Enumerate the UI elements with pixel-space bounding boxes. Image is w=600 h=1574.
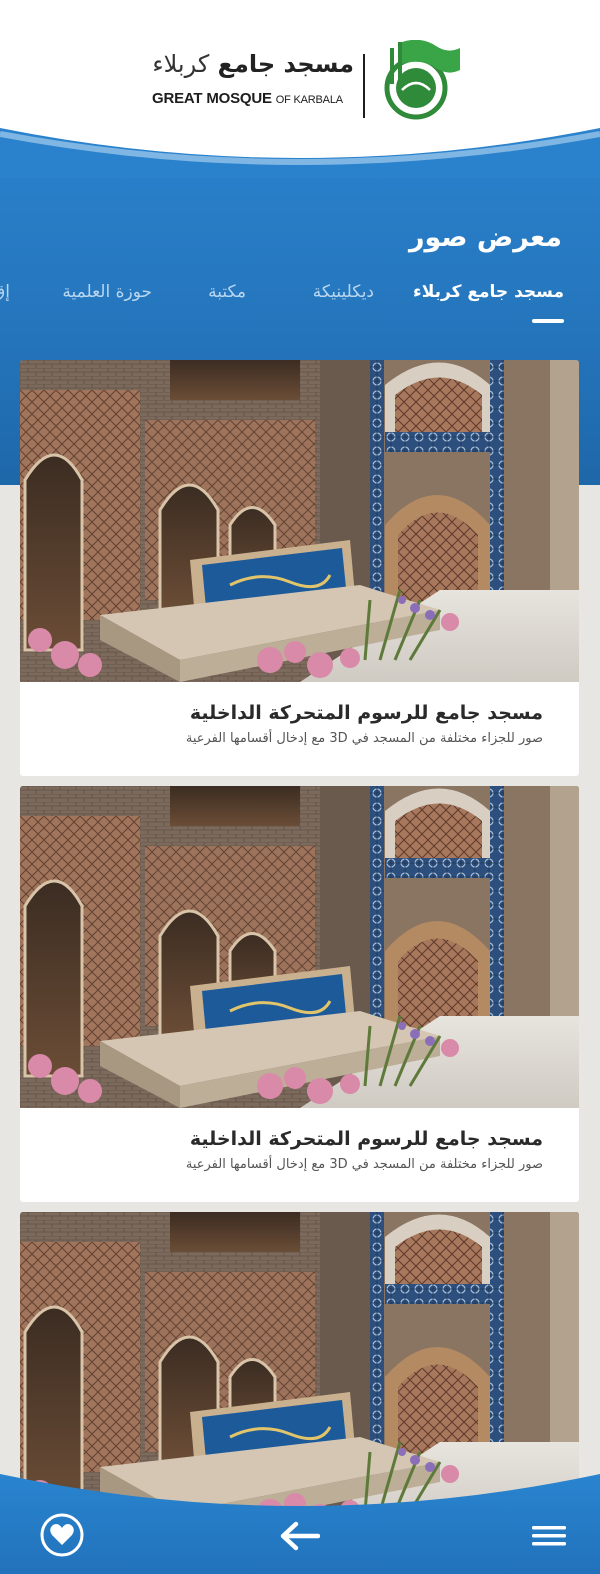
tab-library[interactable]: مكتبة	[208, 282, 246, 302]
card-description: صور للجزاء مختلفة من المسجد في 3D مع إدخ…	[185, 731, 543, 746]
tab-hawza[interactable]: حوزة العلمية	[62, 282, 152, 302]
card-title: مسجد جامع للرسوم المتحركة الداخلية	[189, 1128, 543, 1150]
logo-arabic-text: مسجد جامع كربلاء	[152, 50, 354, 78]
tab-karbala-mosque[interactable]: مسجد جامع كربلاء	[413, 282, 564, 302]
logo-divider	[363, 54, 365, 118]
logo-arabic-bold: مسجد جامع	[217, 50, 354, 78]
page-title: معرض صور	[408, 222, 562, 253]
app-header: مسجد جامع كربلاء GREAT MOSQUE OF KARBALA	[0, 0, 600, 178]
arrow-left-icon[interactable]	[278, 1520, 320, 1552]
gallery-card[interactable]	[20, 1212, 579, 1512]
tab-clinic[interactable]: ديكلينيكة	[313, 282, 374, 302]
card-title: مسجد جامع للرسوم المتحركة الداخلية	[189, 702, 543, 724]
card-image[interactable]	[20, 360, 579, 682]
active-tab-indicator	[532, 319, 564, 323]
card-image[interactable]	[20, 786, 579, 1108]
header-wave	[0, 128, 600, 178]
hamburger-menu-icon[interactable]	[530, 1522, 570, 1550]
gallery-card[interactable]: مسجد جامع للرسوم المتحركة الداخلية صور ل…	[20, 360, 579, 776]
card-description: صور للجزاء مختلفة من المسجد في 3D مع إدخ…	[185, 1157, 543, 1172]
logo-arabic-light: كربلاء	[152, 50, 210, 78]
gallery-card[interactable]: مسجد جامع للرسوم المتحركة الداخلية صور ل…	[20, 786, 579, 1202]
gallery-tabs: مسجد جامع كربلاء ديكلينيكة مكتبة حوزة ال…	[0, 282, 600, 332]
brand-logo[interactable]: مسجد جامع كربلاء GREAT MOSQUE OF KARBALA	[150, 40, 460, 122]
logo-english-bold: GREAT MOSQUE	[152, 90, 272, 107]
mosque-flag-emblem-icon	[384, 40, 460, 120]
logo-english-small: OF KARBALA	[275, 94, 343, 106]
logo-english-text: GREAT MOSQUE OF KARBALA	[152, 90, 343, 107]
card-image[interactable]	[20, 1212, 579, 1512]
bottom-nav	[0, 1468, 600, 1574]
tab-more[interactable]: إق	[0, 282, 10, 302]
heart-icon[interactable]	[38, 1512, 86, 1558]
